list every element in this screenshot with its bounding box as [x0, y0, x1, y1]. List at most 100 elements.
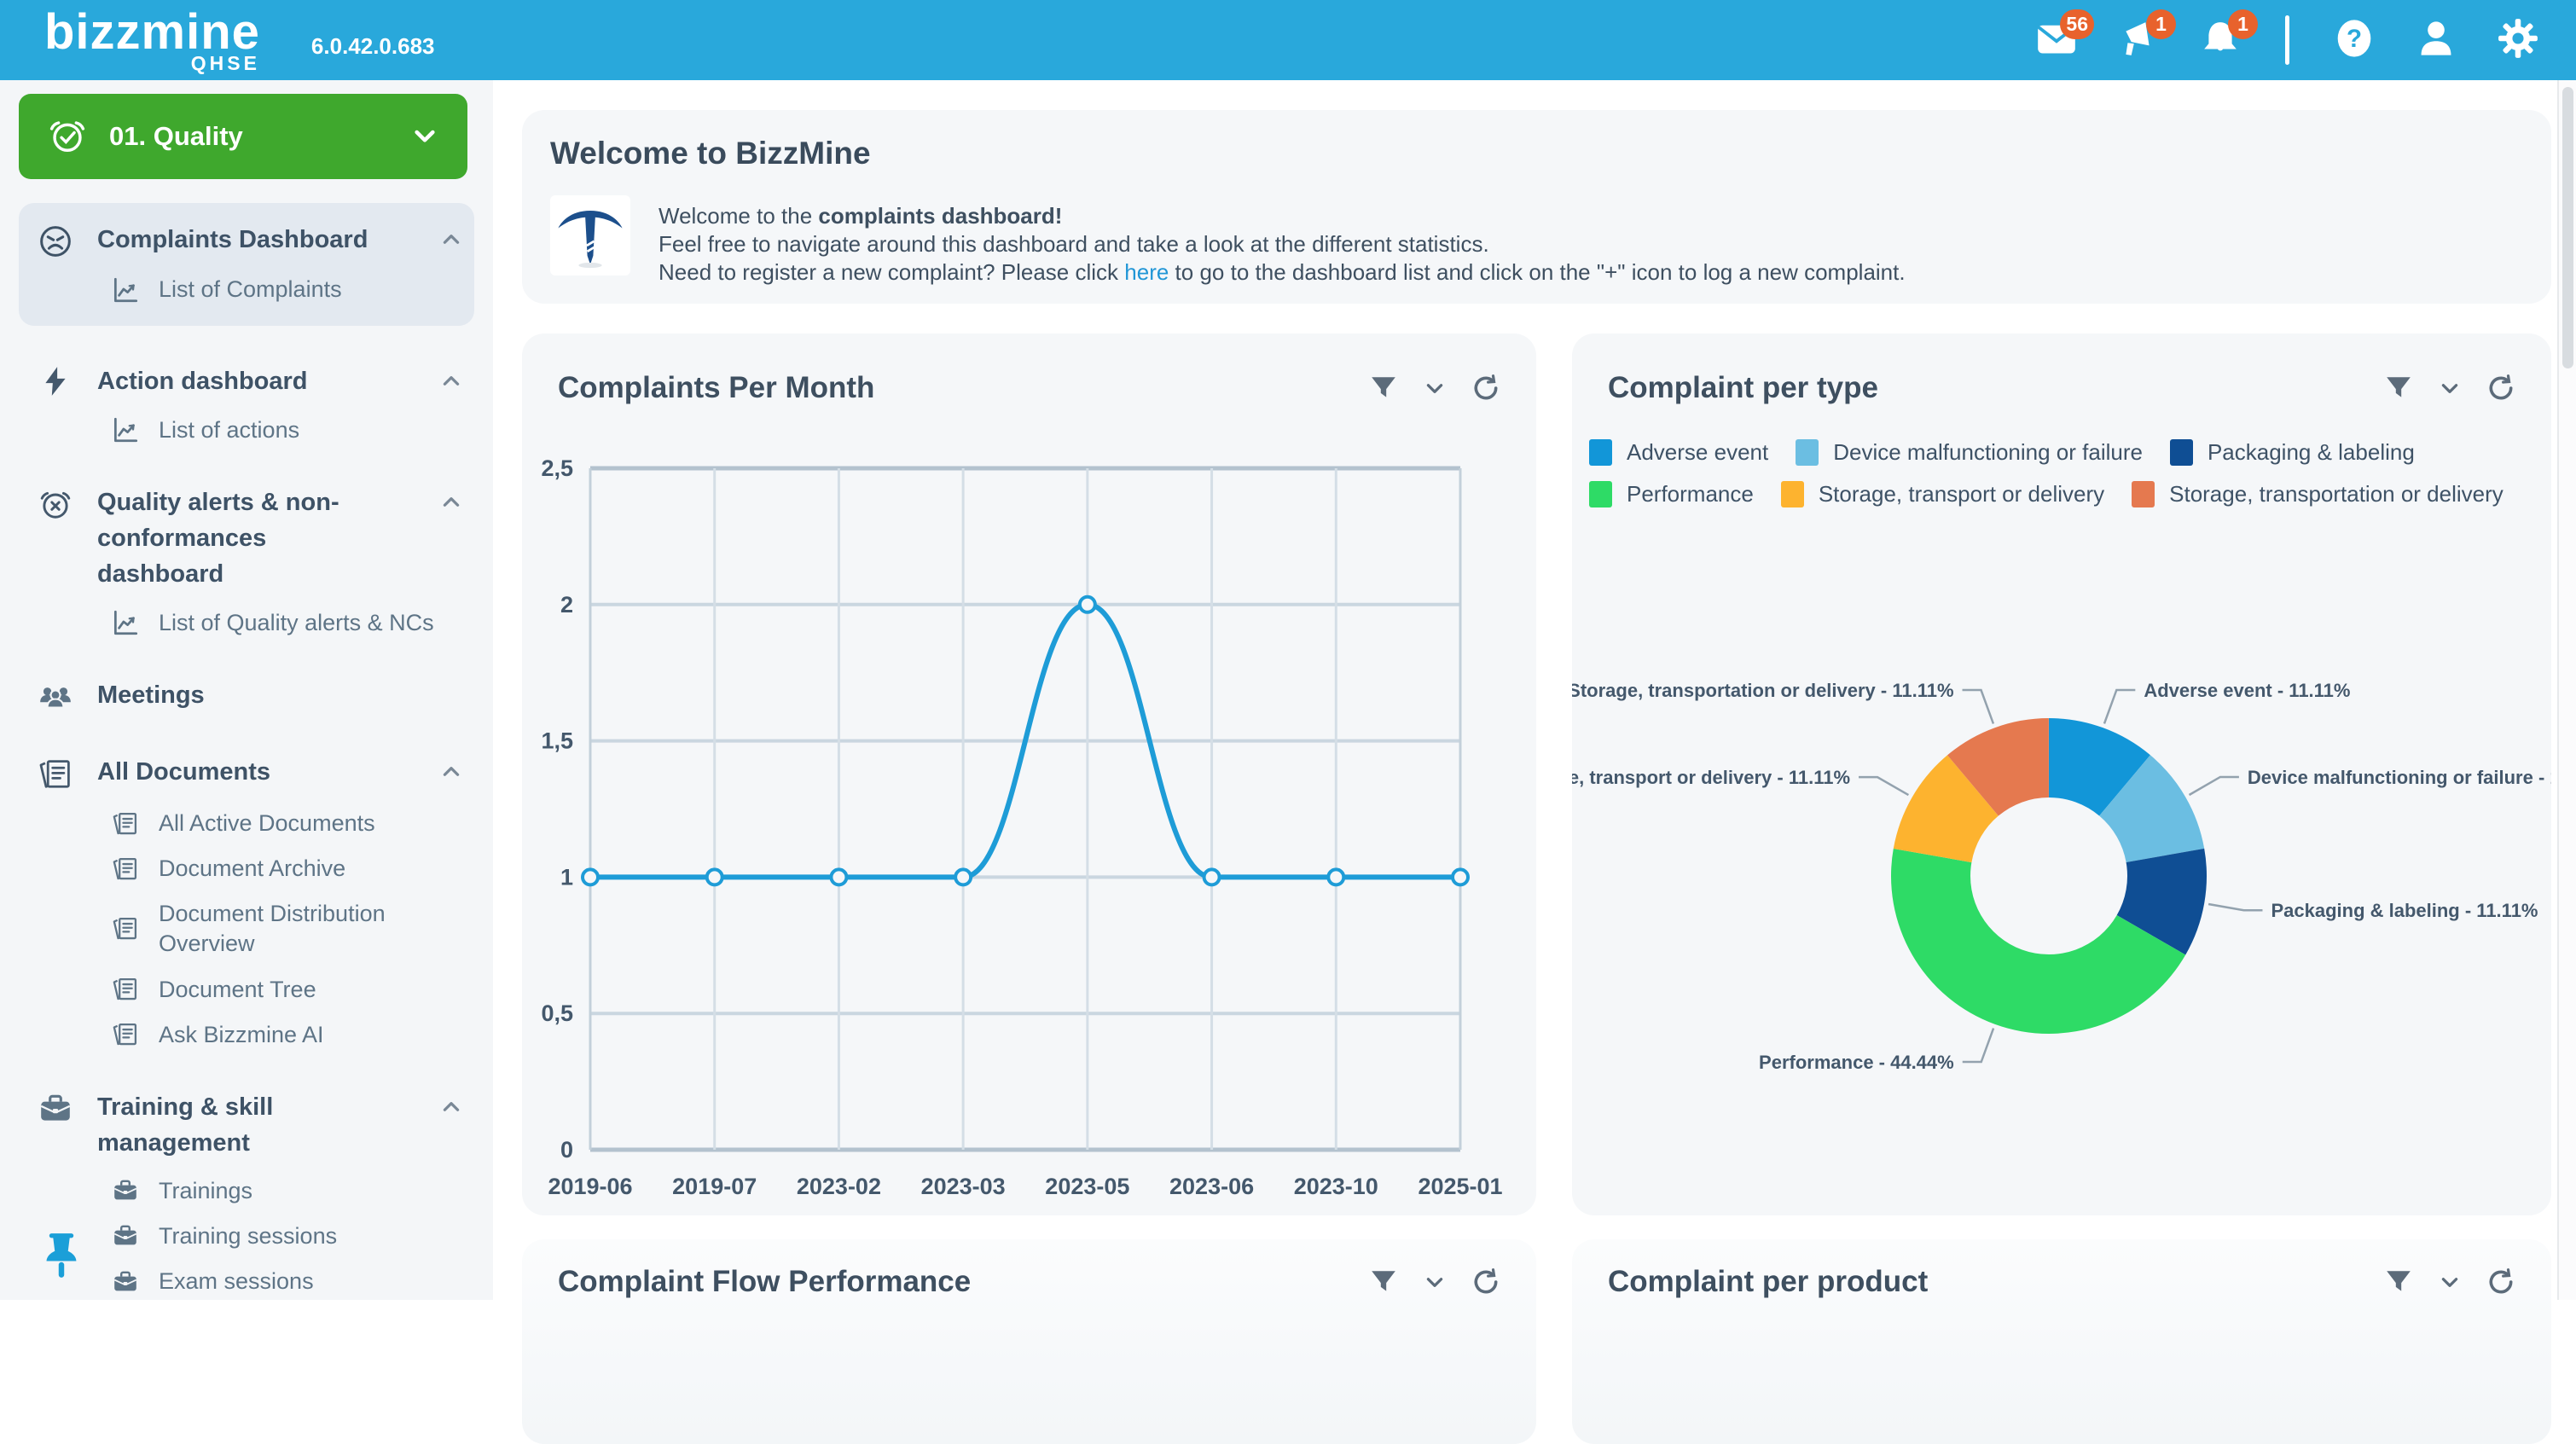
notifications-button[interactable]: 1 — [2200, 20, 2241, 61]
sidebar-subitem-label: List of Quality alerts & NCs — [159, 608, 434, 638]
legend-item[interactable]: Adverse event — [1589, 439, 1768, 466]
chevron-up-icon[interactable] — [440, 754, 462, 787]
topbar-actions: 56 1 1 ? — [2036, 15, 2538, 65]
pin-icon[interactable] — [39, 1229, 84, 1286]
welcome-line-3: Need to register a new complaint? Please… — [659, 258, 1906, 287]
sidebar-item-list-of-quality-alerts[interactable]: List of Quality alerts & NCs — [109, 607, 462, 638]
filter-icon[interactable] — [1369, 1267, 1398, 1296]
sidebar-item-all-documents[interactable]: All Documents — [36, 754, 462, 793]
legend-item[interactable]: Device malfunctioning or failure — [1796, 439, 2143, 466]
people-icon — [36, 677, 75, 715]
documents-icon — [109, 809, 142, 838]
topbar: bizzmine QHSE 6.0.42.0.683 56 1 1 ? — [0, 0, 2576, 80]
line-chart-icon — [109, 415, 142, 445]
sidebar-item-document-distribution-overview[interactable]: Document Distribution Overview — [109, 899, 462, 959]
chevron-up-icon[interactable] — [440, 1089, 462, 1122]
page-scrollbar[interactable] — [2557, 80, 2576, 1300]
sidebar: 01. Quality Complaints Dashboard List of — [0, 80, 493, 1300]
x-tick-label: 2023-03 — [921, 1174, 1006, 1199]
data-point[interactable] — [583, 869, 598, 884]
sidebar-item-list-of-actions[interactable]: List of actions — [109, 415, 462, 445]
data-point[interactable] — [1080, 597, 1095, 612]
documents-icon — [109, 1020, 142, 1049]
welcome-line-2: Feel free to navigate around this dashbo… — [659, 230, 1906, 258]
help-icon: ? — [2333, 17, 2376, 64]
refresh-icon[interactable] — [2486, 374, 2515, 403]
line-chart-icon — [109, 607, 142, 638]
nav-section-meetings: Meetings — [19, 677, 474, 715]
welcome-title: Welcome to BizzMine — [550, 136, 871, 171]
chevron-down-icon[interactable] — [2439, 1271, 2461, 1293]
alarm-check-icon — [48, 116, 87, 158]
chevron-down-icon[interactable] — [1424, 1271, 1446, 1293]
y-tick-label: 2 — [560, 592, 573, 618]
messages-button[interactable]: 56 — [2036, 20, 2077, 61]
refresh-icon[interactable] — [1471, 374, 1500, 403]
card-actions — [2384, 374, 2515, 403]
sidebar-item-all-active-documents[interactable]: All Active Documents — [109, 809, 462, 838]
slice-label: Adverse event - 11.11% — [2144, 680, 2350, 701]
here-link[interactable]: here — [1124, 259, 1169, 285]
sidebar-item-document-tree[interactable]: Document Tree — [109, 975, 462, 1005]
pickaxe-icon — [550, 195, 630, 275]
sidebar-item-label: Training & skill management — [97, 1089, 379, 1161]
settings-button[interactable] — [2498, 20, 2538, 61]
briefcase-icon — [36, 1089, 75, 1127]
filter-icon[interactable] — [1369, 374, 1398, 403]
legend-item[interactable]: Storage, transportation or delivery — [2132, 481, 2503, 507]
card-actions — [1369, 1267, 1500, 1296]
help-button[interactable]: ? — [2334, 20, 2375, 61]
bizzmine-logo[interactable]: bizzmine QHSE — [44, 8, 260, 73]
chevron-up-icon[interactable] — [440, 222, 462, 255]
sidebar-item-quality-alerts-dashboard[interactable]: Quality alerts & non-conformances dashbo… — [36, 484, 462, 592]
sidebar-subitem-label: Document Distribution Overview — [159, 899, 462, 959]
card-actions — [1369, 374, 1500, 403]
sidebar-item-action-dashboard[interactable]: Action dashboard — [36, 363, 462, 399]
data-point[interactable] — [1453, 869, 1468, 884]
announcements-button[interactable]: 1 — [2118, 20, 2159, 61]
refresh-icon[interactable] — [1471, 1267, 1500, 1296]
legend-item[interactable]: Performance — [1589, 481, 1754, 507]
chevron-up-icon[interactable] — [440, 484, 462, 518]
refresh-icon[interactable] — [2486, 1267, 2515, 1296]
legend-item[interactable]: Storage, transport or delivery — [1781, 481, 2104, 507]
sidebar-item-meetings[interactable]: Meetings — [36, 677, 462, 715]
legend-swatch — [1589, 481, 1612, 507]
chevron-down-icon[interactable] — [1424, 377, 1446, 399]
notifications-badge: 1 — [2228, 9, 2258, 39]
data-point[interactable] — [707, 869, 722, 884]
user-button[interactable] — [2416, 20, 2457, 61]
chevron-down-icon[interactable] — [2439, 377, 2461, 399]
complaints-per-month-chart: 00,511,522,52019-062019-072023-022023-03… — [522, 333, 1536, 1215]
data-point[interactable] — [1204, 869, 1220, 884]
sidebar-item-exam-sessions[interactable]: Exam sessions — [109, 1267, 462, 1296]
chevron-up-icon[interactable] — [440, 363, 462, 397]
sidebar-item-training-sessions[interactable]: Training sessions — [109, 1221, 462, 1251]
slice-label: Packaging & labeling - 11.11% — [2271, 900, 2538, 921]
filter-icon[interactable] — [2384, 374, 2413, 403]
sidebar-item-trainings[interactable]: Trainings — [109, 1176, 462, 1206]
complaint-per-type-card: Complaint per type Adverse event Device … — [1572, 333, 2551, 1215]
sidebar-item-training-skill-management[interactable]: Training & skill management — [36, 1089, 462, 1161]
slice-label: Storage, transport or delivery - 11.11% — [1572, 767, 1850, 788]
sidebar-item-ask-bizzmine-ai[interactable]: Ask Bizzmine AI — [109, 1020, 462, 1050]
svg-text:?: ? — [2347, 25, 2362, 53]
announcements-badge: 1 — [2146, 9, 2176, 39]
data-point[interactable] — [831, 869, 846, 884]
complaints-per-month-card: Complaints Per Month 00,511,522,52019-06… — [522, 333, 1536, 1215]
data-point[interactable] — [955, 869, 971, 884]
sidebar-subitem-label: Ask Bizzmine AI — [159, 1020, 324, 1050]
sidebar-subitem-label: List of Complaints — [159, 275, 342, 304]
sidebar-item-complaints-dashboard[interactable]: Complaints Dashboard — [36, 222, 462, 259]
legend-item[interactable]: Packaging & labeling — [2170, 439, 2415, 466]
sidebar-item-document-archive[interactable]: Document Archive — [109, 854, 462, 884]
sidebar-item-list-of-complaints[interactable]: List of Complaints — [109, 275, 462, 305]
data-point[interactable] — [1328, 869, 1343, 884]
sidebar-subitem-label: Document Archive — [159, 854, 345, 884]
filter-icon[interactable] — [2384, 1267, 2413, 1296]
workspace-selector[interactable]: 01. Quality — [19, 94, 467, 179]
callout-line — [2104, 690, 2135, 723]
scrollbar-thumb[interactable] — [2562, 87, 2573, 368]
legend-row: Performance Storage, transport or delive… — [1589, 481, 2531, 507]
welcome-card: Welcome to BizzMine Welcome to the compl… — [522, 110, 2551, 304]
